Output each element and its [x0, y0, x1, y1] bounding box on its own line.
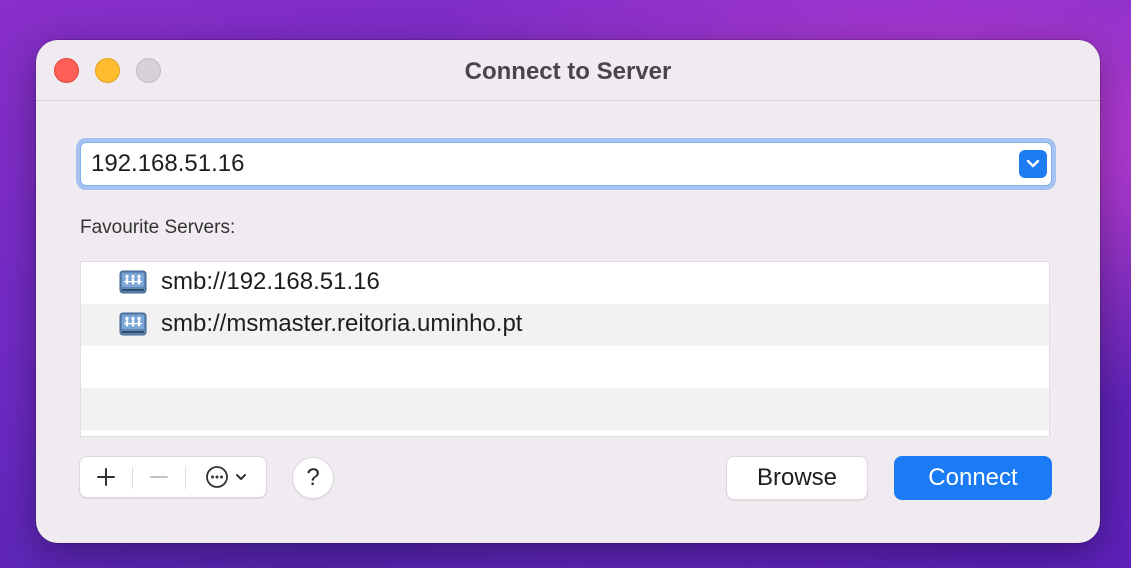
empty-list-row [81, 346, 1049, 388]
list-item-label: smb://192.168.51.16 [161, 268, 380, 295]
list-item[interactable]: smb://192.168.51.16 [81, 262, 1049, 304]
server-address-combobox[interactable]: 192.168.51.16 [80, 142, 1052, 186]
window-title: Connect to Server [464, 58, 672, 85]
list-item-label: smb://msmaster.reitoria.uminho.pt [161, 310, 523, 337]
favourite-servers-list[interactable]: smb://192.168.51.16 smb://msmaster.reito… [80, 261, 1050, 437]
server-address-input[interactable]: 192.168.51.16 [91, 150, 244, 178]
empty-list-row [81, 388, 1049, 430]
network-server-icon [119, 312, 147, 336]
browse-button[interactable]: Browse [726, 456, 868, 500]
help-button[interactable]: ? [292, 457, 334, 499]
minus-icon [150, 476, 168, 478]
connect-to-server-window: Connect to Server 192.168.51.16 Favourit… [36, 40, 1100, 543]
list-item[interactable]: smb://msmaster.reitoria.uminho.pt [81, 304, 1049, 346]
add-favourite-button[interactable] [80, 457, 132, 497]
title-bar: Connect to Server [36, 40, 1100, 101]
connect-button[interactable]: Connect [894, 456, 1052, 500]
chevron-down-icon [236, 474, 246, 480]
network-server-icon [119, 270, 147, 294]
favourite-servers-label: Favourite Servers: [80, 217, 236, 238]
remove-favourite-button[interactable] [133, 457, 185, 497]
plus-icon [97, 468, 115, 486]
ellipsis-circle-icon [206, 466, 228, 488]
more-options-menu-button[interactable] [186, 457, 266, 497]
favourites-segmented-control [79, 456, 267, 498]
chevron-down-icon [1026, 159, 1040, 168]
address-history-dropdown-button[interactable] [1019, 150, 1047, 178]
